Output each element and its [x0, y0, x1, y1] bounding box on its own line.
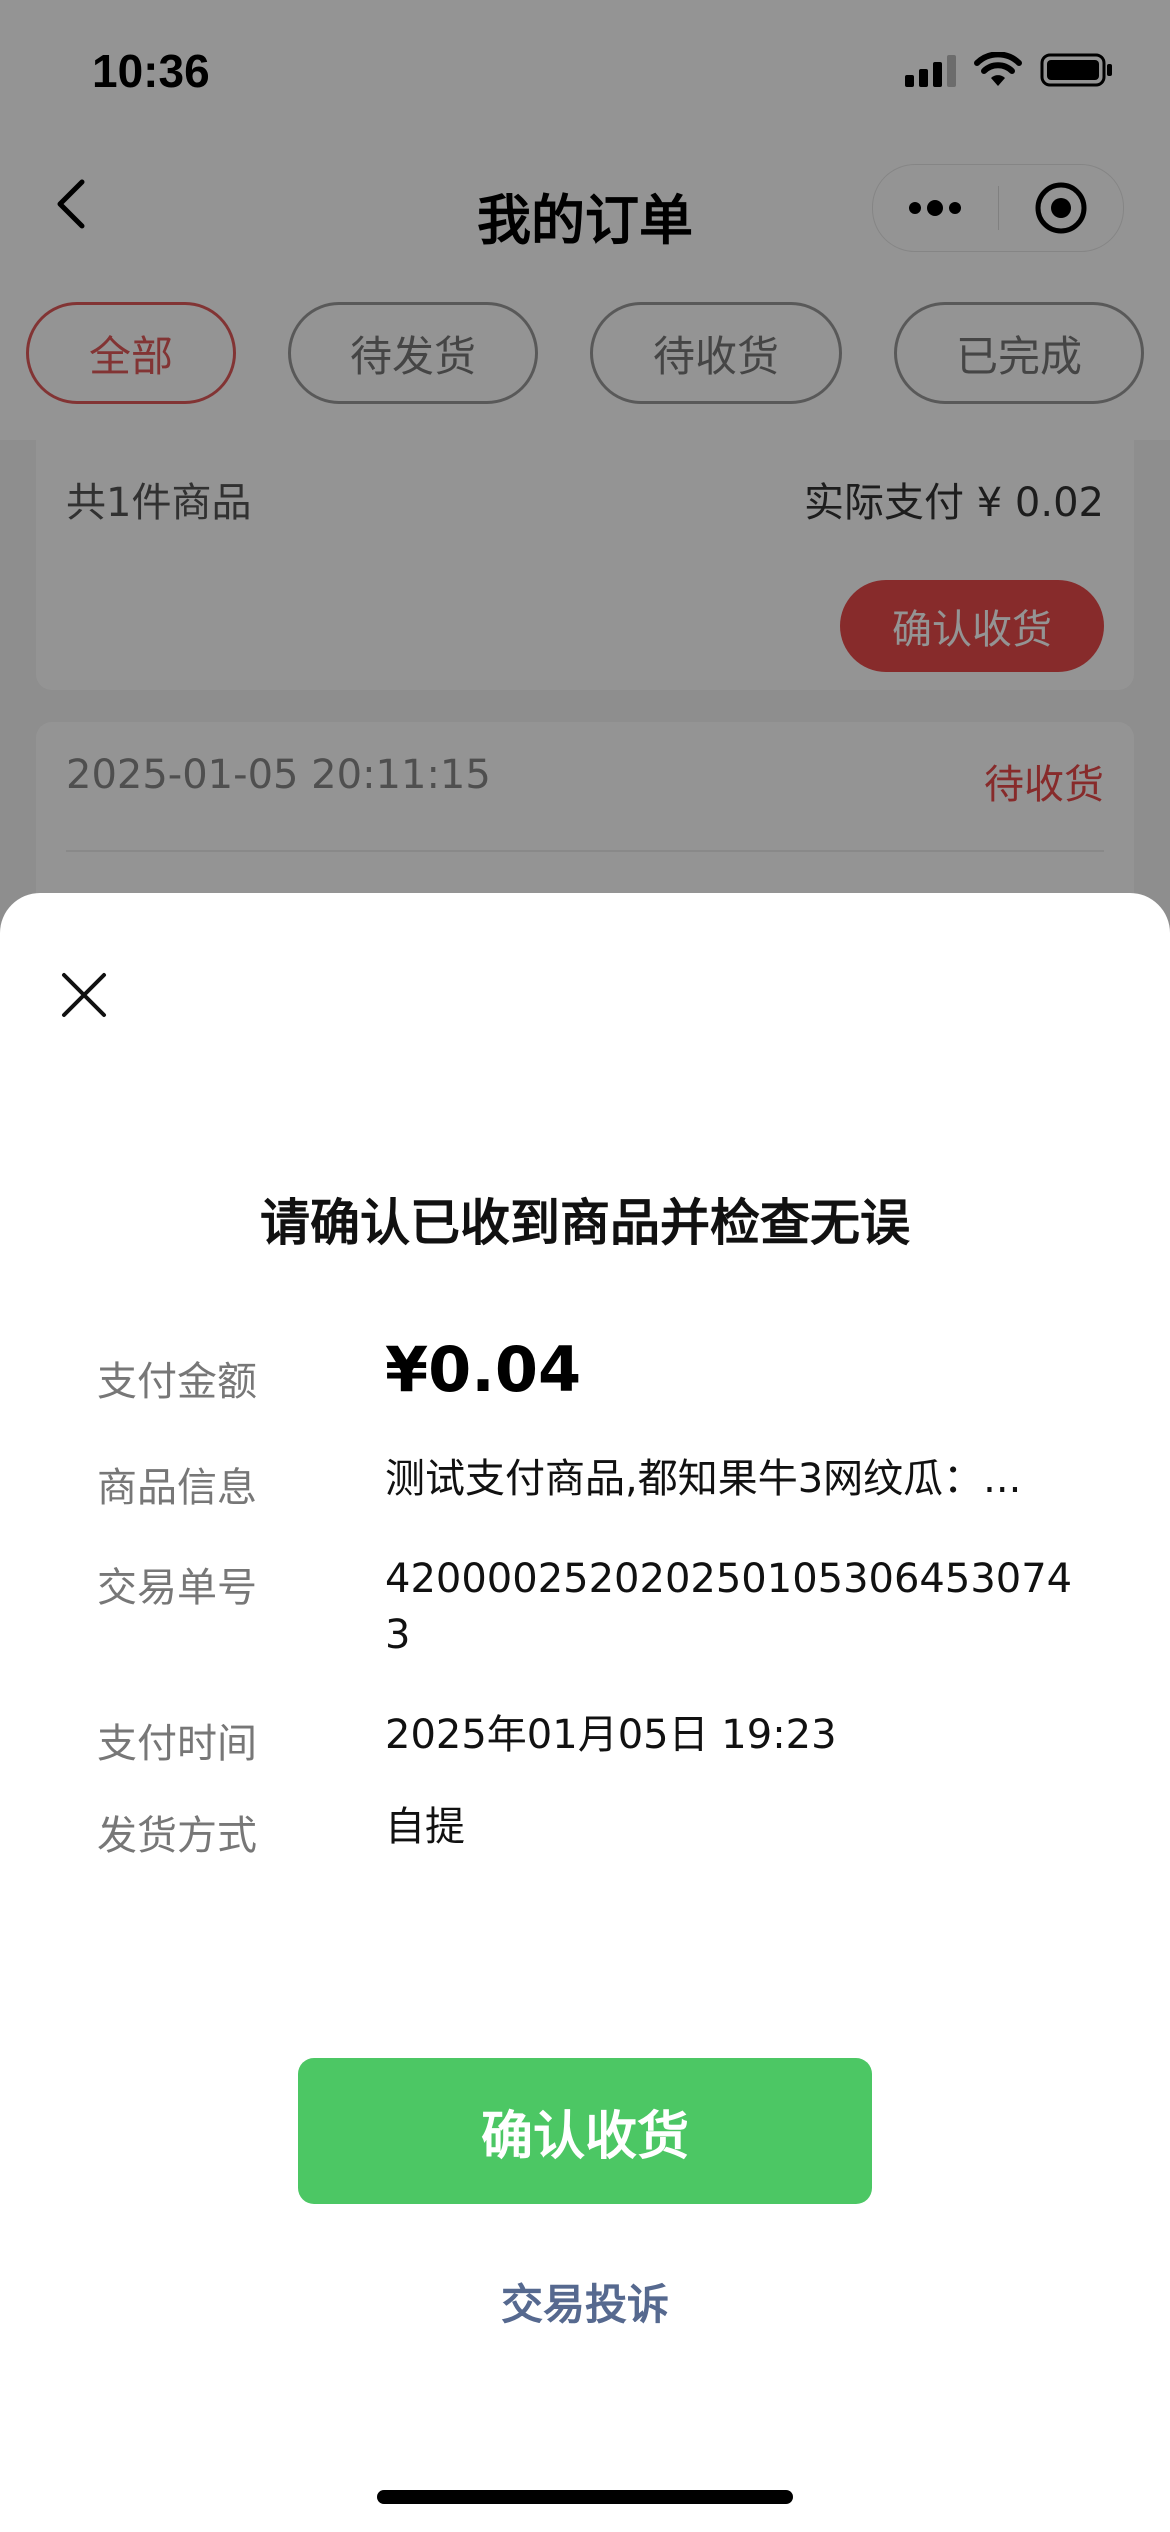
- product-info-label: 商品信息: [97, 1465, 257, 1511]
- delivery-method-label: 发货方式: [97, 1813, 257, 1859]
- home-indicator: [377, 2490, 793, 2504]
- payment-amount-value: ¥0.04: [385, 1333, 582, 1406]
- delivery-method-value: 自提: [385, 1804, 465, 1850]
- payment-amount-label: 支付金额: [97, 1359, 257, 1405]
- close-icon: [62, 973, 106, 1017]
- confirm-receipt-sheet: 请确认已收到商品并检查无误 支付金额 ¥0.04 商品信息 测试支付商品,都知果…: [0, 893, 1170, 2532]
- payment-time-label: 支付时间: [97, 1721, 257, 1767]
- product-info-value: 测试支付商品,都知果牛3网纹瓜：...: [385, 1456, 1022, 1502]
- transaction-id-value: 4200002520202501053064530743: [385, 1556, 1073, 1658]
- transaction-id-label: 交易单号: [97, 1565, 257, 1611]
- close-button[interactable]: [52, 963, 116, 1027]
- confirm-receipt-primary-button[interactable]: 确认收货: [298, 2058, 872, 2204]
- sheet-title: 请确认已收到商品并检查无误: [260, 1194, 910, 1252]
- transaction-complaint-link[interactable]: 交易投诉: [0, 2271, 1170, 2332]
- payment-time-value: 2025年01月05日 19:23: [385, 1712, 837, 1758]
- screen: 10:36 我的订单 全部 待发货 待收货 已完成 共1件商品 实际支付 ¥ 0…: [0, 0, 1170, 2532]
